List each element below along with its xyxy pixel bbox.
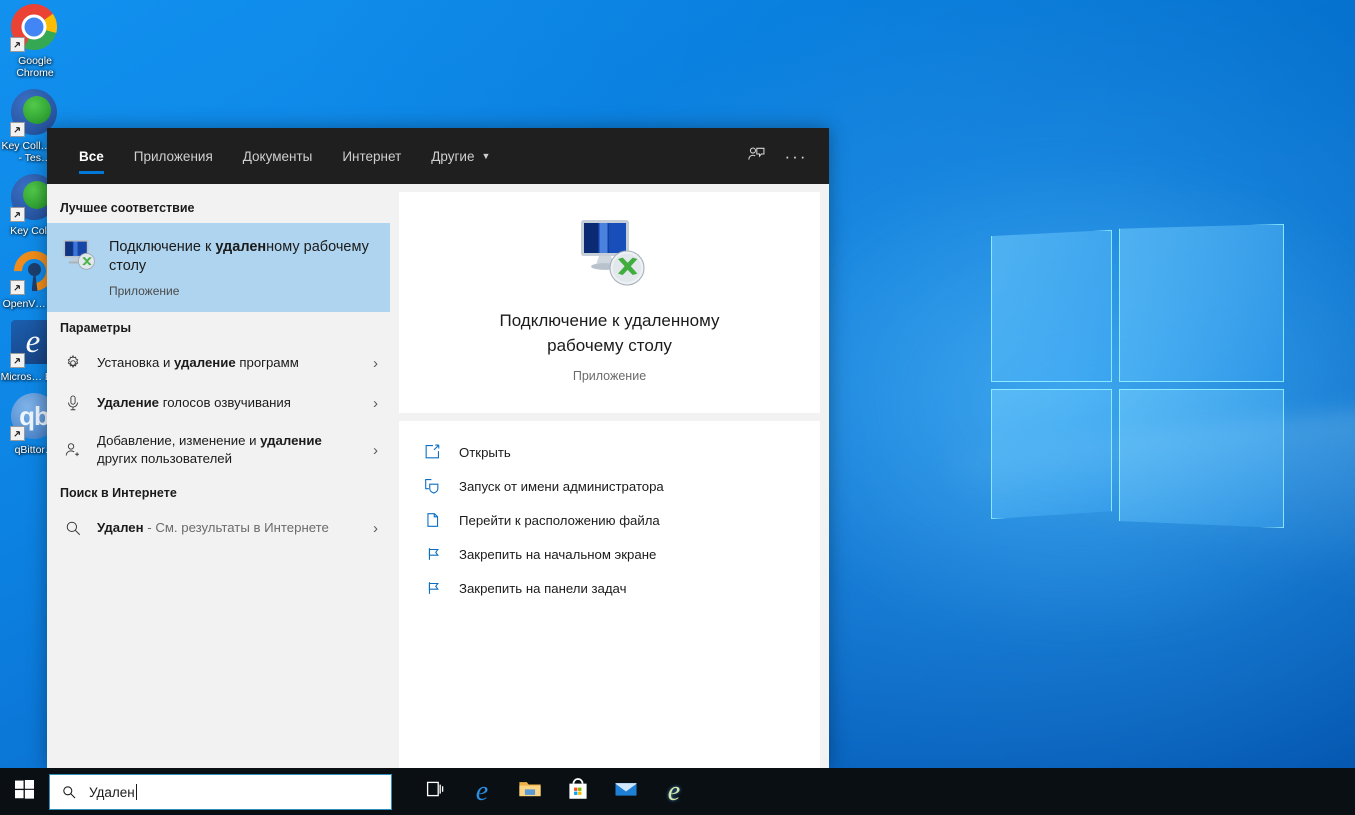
mail-icon bbox=[614, 777, 638, 806]
chevron-right-icon: › bbox=[362, 521, 378, 536]
edge-icon: e bbox=[476, 778, 488, 806]
chevron-right-icon: › bbox=[362, 443, 378, 458]
preview-column: Подключение к удаленному рабочему столу … bbox=[390, 184, 829, 768]
action-run-as-admin[interactable]: Запуск от имени администратора bbox=[399, 469, 820, 503]
result-label: Добавление, изменение и удаление других … bbox=[97, 432, 348, 468]
tab-apps[interactable]: Приложения bbox=[119, 128, 228, 184]
desktop-icon-google-chrome[interactable]: Google Chrome bbox=[0, 4, 70, 79]
action-label: Открыть bbox=[459, 445, 511, 460]
shortcut-arrow-icon bbox=[10, 280, 25, 295]
feedback-button[interactable] bbox=[739, 139, 773, 173]
action-label: Перейти к расположению файла bbox=[459, 513, 660, 528]
taskbar-search-input[interactable]: Удален bbox=[49, 774, 392, 810]
action-pin-to-start[interactable]: Закрепить на начальном экране bbox=[399, 537, 820, 571]
chevron-right-icon: › bbox=[362, 356, 378, 371]
task-view-icon bbox=[422, 777, 446, 806]
result-add-change-remove-users[interactable]: Добавление, изменение и удаление других … bbox=[47, 423, 390, 477]
shortcut-arrow-icon bbox=[10, 122, 25, 137]
action-label: Закрепить на панели задач bbox=[459, 581, 626, 596]
shortcut-arrow-icon bbox=[10, 426, 25, 441]
tab-label: Все bbox=[79, 149, 104, 164]
group-title-web-search: Поиск в Интернете bbox=[47, 477, 390, 508]
taskbar-mail[interactable] bbox=[602, 768, 650, 815]
tab-web[interactable]: Интернет bbox=[327, 128, 416, 184]
search-icon bbox=[63, 519, 83, 537]
search-results-column: Лучшее соответствие Подключен bbox=[47, 184, 390, 768]
preview-actions-card: Открыть Запуск от имени администратора bbox=[399, 421, 820, 768]
folder-icon bbox=[518, 777, 542, 806]
pin-icon bbox=[422, 579, 442, 597]
desktop-icon-label: Google Chrome bbox=[0, 55, 70, 79]
action-pin-to-taskbar[interactable]: Закрепить на панели задач bbox=[399, 571, 820, 605]
microphone-icon bbox=[63, 394, 83, 412]
preview-app-subtitle: Приложение bbox=[419, 369, 800, 383]
taskview-button[interactable] bbox=[410, 768, 458, 815]
person-add-icon bbox=[63, 441, 83, 459]
tab-label: Документы bbox=[243, 149, 313, 164]
taskbar-search-value: Удален bbox=[89, 784, 137, 800]
wallpaper-pane-top-right bbox=[1119, 224, 1284, 382]
chevron-right-icon: › bbox=[362, 396, 378, 411]
shield-icon bbox=[422, 477, 442, 495]
chrome-icon bbox=[11, 4, 59, 52]
taskbar-microsoft-store[interactable] bbox=[554, 768, 602, 815]
group-title-settings: Параметры bbox=[47, 312, 390, 343]
best-match-result[interactable]: Подключение к удаленному рабочему столу … bbox=[47, 223, 390, 312]
search-panel-body: Лучшее соответствие Подключен bbox=[47, 184, 829, 768]
result-label: Удаление голосов озвучивания bbox=[97, 394, 348, 412]
open-external-icon bbox=[422, 443, 442, 461]
result-remove-tts-voices[interactable]: Удаление голосов озвучивания › bbox=[47, 383, 390, 423]
search-panel-header: Все Приложения Документы Интернет Другие… bbox=[47, 128, 829, 184]
search-icon bbox=[61, 784, 77, 800]
taskbar-edge[interactable]: e bbox=[458, 768, 506, 815]
result-web-search[interactable]: Удален - См. результаты в Интернете › bbox=[47, 508, 390, 548]
wallpaper-pane-top-left bbox=[991, 230, 1112, 382]
tab-label: Приложения bbox=[134, 149, 213, 164]
start-button[interactable] bbox=[0, 768, 48, 815]
tab-label: Интернет bbox=[342, 149, 401, 164]
preview-app-title: Подключение к удаленному рабочему столу bbox=[419, 308, 800, 358]
result-install-uninstall-programs[interactable]: Установка и удаление программ › bbox=[47, 343, 390, 383]
windows-search-panel: Все Приложения Документы Интернет Другие… bbox=[47, 128, 829, 768]
remote-desktop-icon bbox=[62, 237, 96, 271]
search-header-actions: ··· bbox=[739, 128, 829, 184]
chevron-down-icon: ▼ bbox=[481, 152, 490, 161]
action-open-file-location[interactable]: Перейти к расположению файла bbox=[399, 503, 820, 537]
tab-all[interactable]: Все bbox=[64, 128, 119, 184]
taskbar: Удален e bbox=[0, 768, 1355, 815]
shortcut-arrow-icon bbox=[10, 353, 25, 368]
windows-logo-icon bbox=[15, 780, 34, 804]
group-title-best-match: Лучшее соответствие bbox=[47, 192, 390, 223]
folder-icon bbox=[422, 511, 442, 529]
preview-header-card: Подключение к удаленному рабочему столу … bbox=[399, 192, 820, 413]
tab-more[interactable]: Другие ▼ bbox=[416, 128, 505, 184]
shortcut-arrow-icon bbox=[10, 207, 25, 222]
feedback-person-icon bbox=[747, 145, 766, 167]
gear-icon bbox=[63, 354, 83, 372]
text-cursor bbox=[136, 784, 137, 800]
action-label: Закрепить на начальном экране bbox=[459, 547, 656, 562]
best-match-subtitle: Приложение bbox=[109, 284, 376, 298]
tab-documents[interactable]: Документы bbox=[228, 128, 328, 184]
result-label: Удален - См. результаты в Интернете bbox=[97, 519, 348, 537]
taskbar-file-explorer[interactable] bbox=[506, 768, 554, 815]
remote-desktop-icon bbox=[571, 218, 649, 290]
shortcut-arrow-icon bbox=[10, 37, 25, 52]
ellipsis-icon: ··· bbox=[785, 148, 808, 165]
action-open[interactable]: Открыть bbox=[399, 435, 820, 469]
best-match-text: Подключение к удаленному рабочему столу … bbox=[109, 237, 376, 298]
taskbar-internet-explorer[interactable]: e bbox=[650, 768, 698, 815]
more-options-button[interactable]: ··· bbox=[779, 139, 813, 173]
store-icon bbox=[566, 777, 590, 806]
pin-icon bbox=[422, 545, 442, 563]
tab-label: Другие bbox=[431, 149, 474, 164]
search-tabs: Все Приложения Документы Интернет Другие… bbox=[47, 128, 505, 184]
action-label: Запуск от имени администратора bbox=[459, 479, 664, 494]
best-match-title: Подключение к удаленному рабочему столу bbox=[109, 238, 376, 276]
internet-explorer-icon: e bbox=[668, 778, 680, 806]
result-label: Установка и удаление программ bbox=[97, 354, 348, 372]
